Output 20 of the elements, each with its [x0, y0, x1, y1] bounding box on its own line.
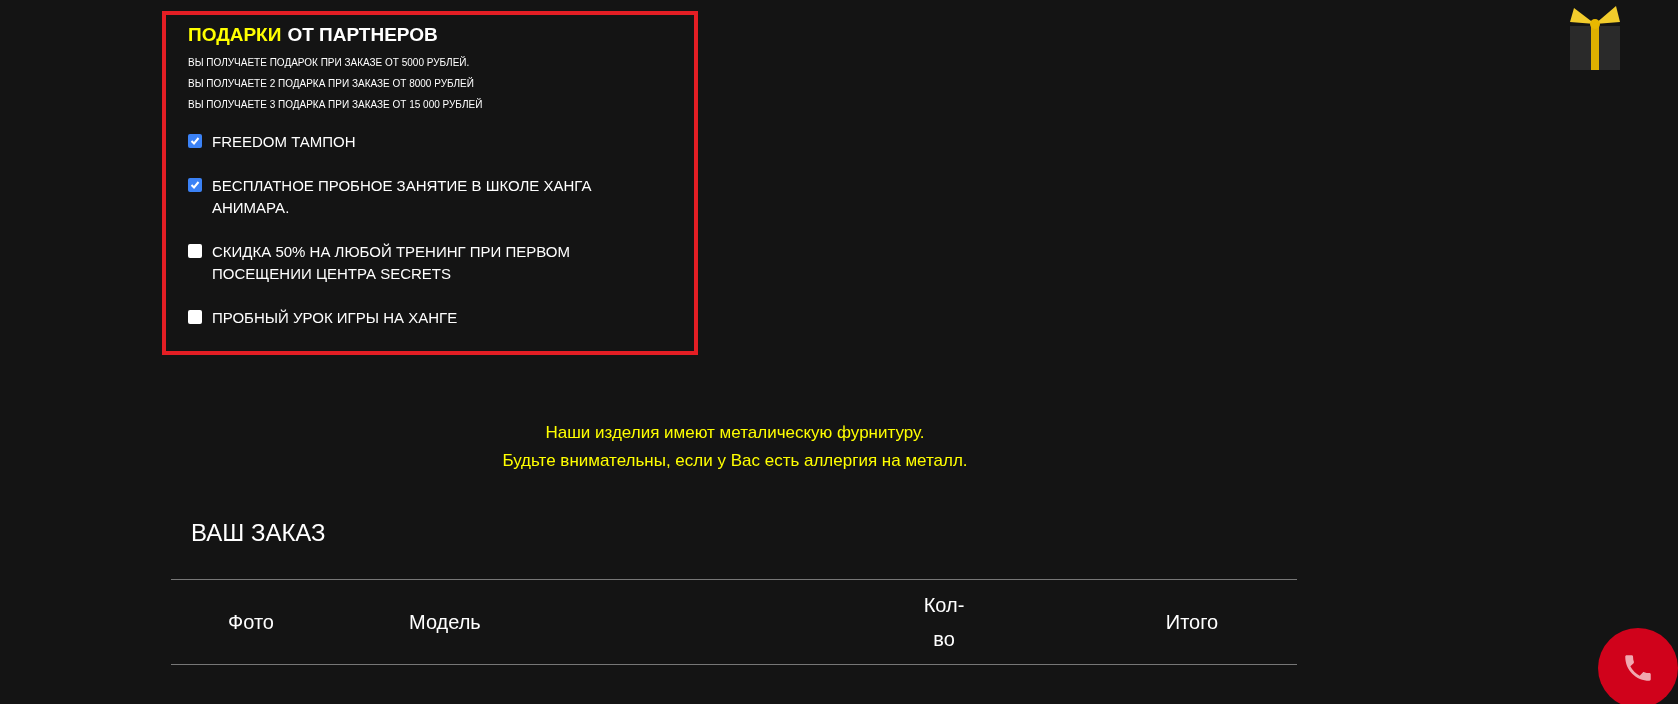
gift-option-label: FREEDOM ТАМПОН — [212, 132, 356, 150]
gift-option-label: БЕСПЛАТНОЕ ПРОБНОЕ ЗАНЯТИЕ В ШКОЛЕ ХАНГА АНИМАРА. — [212, 176, 592, 216]
gift-option-label: ПРОБНЫЙ УРОК ИГРЫ НА ХАНГЕ — [212, 308, 458, 326]
gift-condition-text: ВЫ ПОЛУЧАЕТЕ 2 ПОДАРКА ПРИ ЗАКАЗЕ ОТ 8000 РУБЛЕЙ — [188, 76, 475, 91]
gift-option-label: СКИДКА 50% НА ЛЮБОЙ ТРЕНИНГ ПРИ ПЕРВОМ ПОСЕЩЕНИИ ЦЕНТРА SECRETS — [212, 242, 570, 282]
column-header: Фото — [228, 610, 274, 633]
column-header: Модель — [409, 610, 481, 633]
column-header: Итого — [1165, 610, 1219, 633]
gifts-title: ОТ ПАРТНЕРОВ — [287, 23, 438, 47]
order-title: ВАШ ЗАКАЗ — [191, 517, 327, 548]
checkbox[interactable] — [188, 177, 202, 192]
allergy-notice-text: Наши изделия имеют металическую фурнитуру. — [545, 421, 925, 444]
gifts-title-highlight: ПОДАРКИ — [188, 23, 282, 47]
checkbox[interactable] — [188, 133, 202, 148]
checkbox[interactable] — [188, 243, 202, 258]
allergy-notice-text: Будьте внимательны, если у Вас есть аллергия на металл. — [502, 449, 968, 472]
gift-condition-text: ВЫ ПОЛУЧАЕТЕ ПОДАРОК ПРИ ЗАКАЗЕ ОТ 5000 РУБЛЕЙ. — [188, 55, 471, 70]
checkbox[interactable] — [188, 309, 202, 324]
gift-condition-text: ВЫ ПОЛУЧАЕТЕ 3 ПОДАРКА ПРИ ЗАКАЗЕ ОТ 15 000 РУБЛЕЙ — [188, 97, 484, 112]
column-header: Кол- во — [923, 593, 965, 650]
